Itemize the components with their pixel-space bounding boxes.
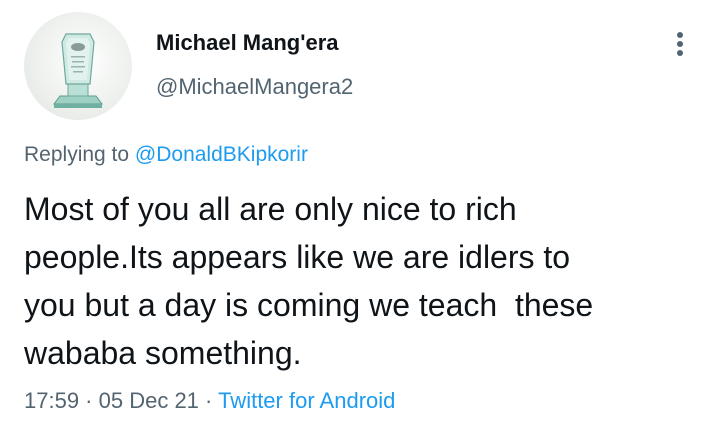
tweet-text: Most of you all are only nice to rich pe… xyxy=(24,185,704,377)
tweet-source-link[interactable]: Twitter for Android xyxy=(218,388,395,413)
more-vertical-icon-dot xyxy=(677,50,683,56)
replying-to: Replying to @DonaldBKipkorir xyxy=(24,143,308,167)
replying-to-label: Replying to xyxy=(24,143,135,166)
tweet-date[interactable]: 05 Dec 21 xyxy=(99,388,199,413)
tweet-time[interactable]: 17:59 xyxy=(24,388,79,413)
meta-separator: · xyxy=(198,388,219,413)
user-handle[interactable]: @MichaelMangera2 xyxy=(156,74,353,100)
more-options-button[interactable] xyxy=(666,26,694,62)
tweet-card: Michael Mang'era @MichaelMangera2 Replyi… xyxy=(0,0,720,428)
tweet-text-line: people.Its appears like we are idlers to xyxy=(24,239,571,275)
tweet-text-line: you but a day is coming we teach these xyxy=(24,287,594,323)
glass-award-trophy-icon xyxy=(53,33,103,108)
more-vertical-icon xyxy=(677,32,683,38)
tweet-text-line: wababa something. xyxy=(24,335,302,371)
tweet-text-line: Most of you all are only nice to rich xyxy=(24,191,517,227)
tweet-metadata: 17:59 · 05 Dec 21 · Twitter for Android xyxy=(24,388,395,414)
reply-mention-link[interactable]: @DonaldBKipkorir xyxy=(135,143,308,166)
more-vertical-icon-dot xyxy=(677,41,683,47)
meta-separator: · xyxy=(79,388,99,413)
display-name[interactable]: Michael Mang'era xyxy=(156,30,339,56)
avatar[interactable] xyxy=(24,12,132,120)
